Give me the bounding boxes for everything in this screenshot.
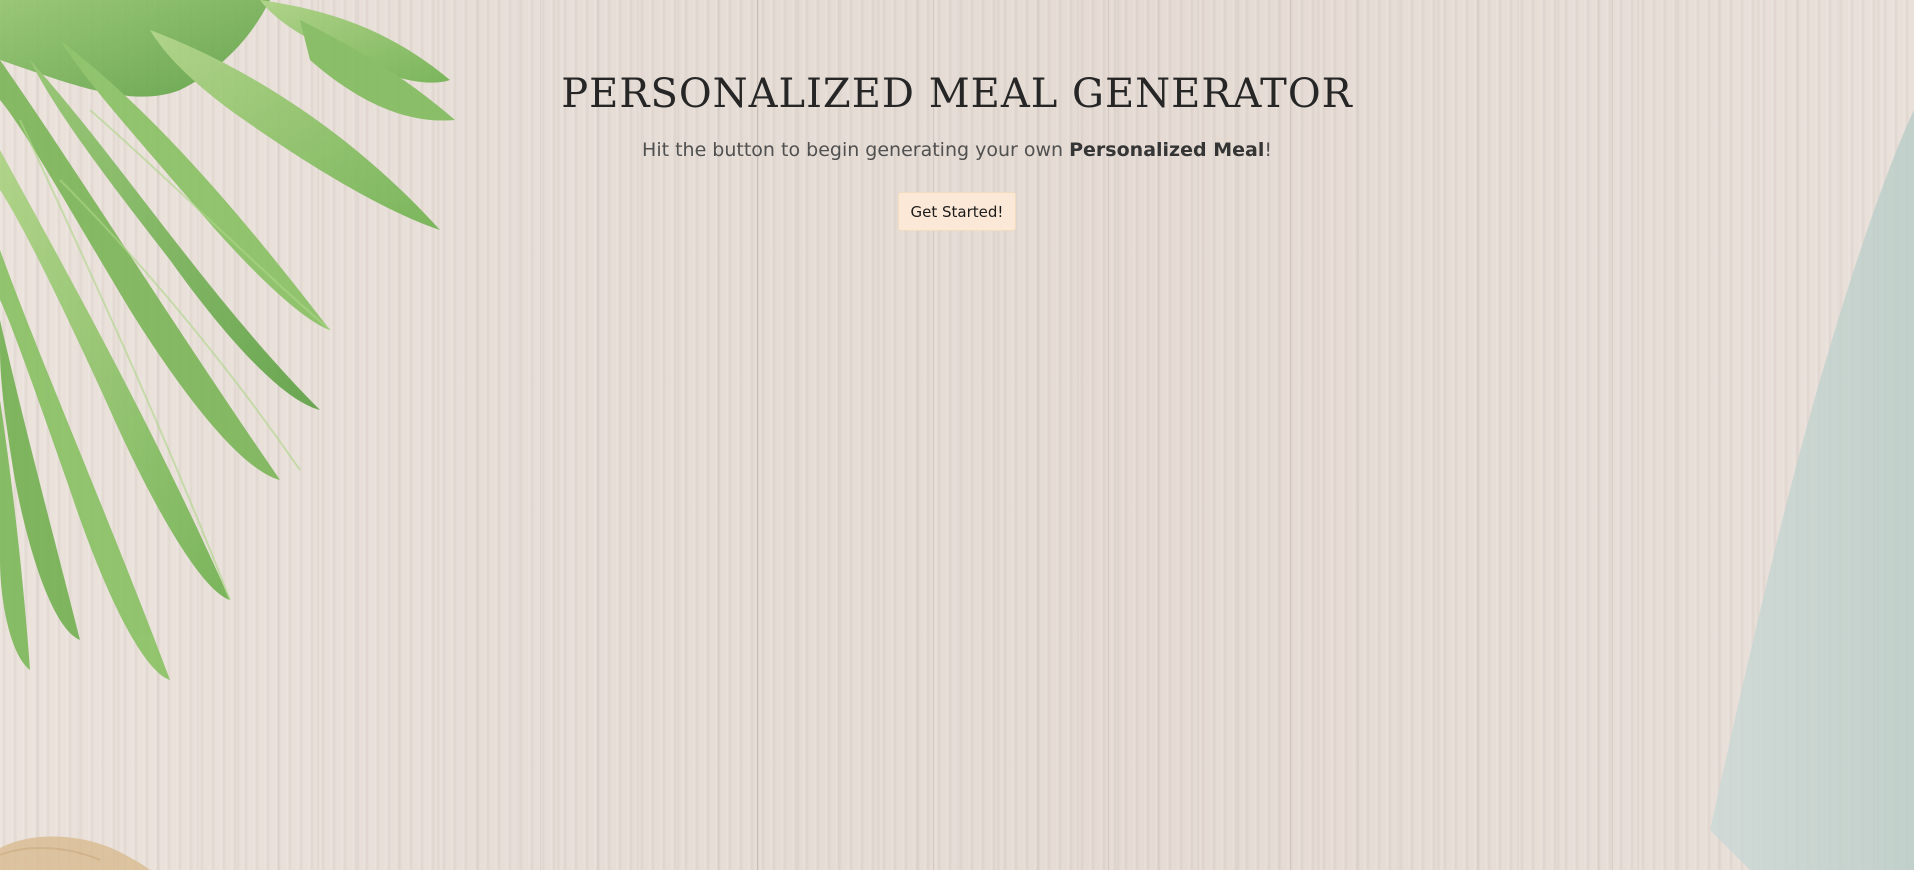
page-subtitle: Hit the button to begin generating your …	[0, 138, 1914, 162]
subtitle-punctuation: !	[1264, 139, 1272, 161]
subtitle-emphasis: Personalized Meal	[1069, 139, 1265, 161]
get-started-button[interactable]: Get Started!	[898, 192, 1016, 231]
subtitle-text: Hit the button to begin generating your …	[642, 139, 1070, 161]
decor-illustration	[0, 0, 1914, 870]
bread-icon	[0, 836, 150, 870]
knife-icon	[1710, 110, 1914, 870]
page-title: PERSONALIZED MEAL GENERATOR	[561, 71, 1353, 117]
